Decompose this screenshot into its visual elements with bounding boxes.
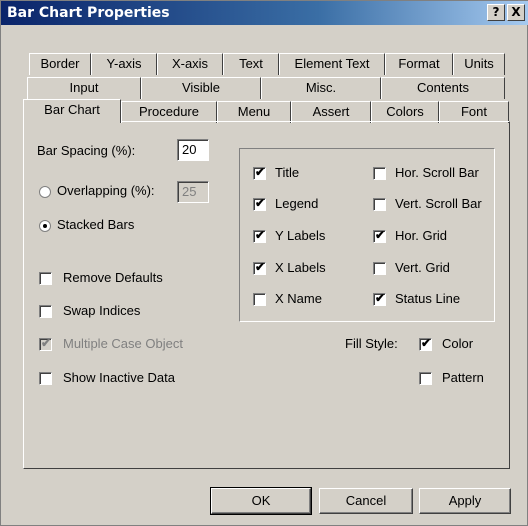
tab-x-axis[interactable]: X-axis — [157, 53, 223, 75]
cancel-button[interactable]: Cancel — [319, 488, 413, 514]
check-mark-icon: ✔ — [255, 228, 266, 242]
y-labels-label: Y Labels — [275, 228, 326, 243]
title-checkbox[interactable]: ✔ — [253, 165, 266, 180]
tab-colors[interactable]: Colors — [371, 101, 439, 123]
status-line-checkbox[interactable]: ✔ — [373, 291, 386, 306]
tab-menu[interactable]: Menu — [217, 101, 291, 123]
check-mark-icon: ✔ — [255, 260, 266, 274]
tab-contents[interactable]: Contents — [381, 77, 505, 99]
vert-scroll-bar-label: Vert. Scroll Bar — [395, 196, 482, 211]
title-label: Title — [275, 165, 300, 180]
show-inactive-checkbox[interactable] — [39, 372, 52, 385]
hor-grid-checkbox[interactable]: ✔ — [373, 228, 386, 243]
remove-defaults-checkbox[interactable] — [39, 272, 52, 285]
check-mark-icon: ✔ — [375, 228, 386, 242]
swap-indices-label: Swap Indices — [63, 303, 141, 318]
hor-scroll-bar-checkbox[interactable] — [373, 167, 386, 180]
fill-color-checkbox[interactable]: ✔ — [419, 336, 432, 351]
tab-text[interactable]: Text — [223, 53, 279, 75]
window-title: Bar Chart Properties — [7, 5, 170, 21]
hor-scroll-bar-label: Hor. Scroll Bar — [395, 165, 479, 180]
tab-units[interactable]: Units — [453, 53, 505, 75]
check-mark-icon: ✔ — [375, 291, 386, 305]
tab-element-text[interactable]: Element Text — [279, 53, 385, 75]
tab-border[interactable]: Border — [29, 53, 91, 75]
fill-pattern-checkbox[interactable] — [419, 372, 432, 385]
bar-spacing-input[interactable]: 20 — [177, 139, 209, 161]
close-button[interactable]: X — [507, 4, 525, 21]
tab-format[interactable]: Format — [385, 53, 453, 75]
hor-grid-label: Hor. Grid — [395, 228, 448, 243]
vert-grid-label: Vert. Grid — [395, 260, 450, 275]
tab-visible[interactable]: Visible — [141, 77, 261, 99]
status-line-label: Status Line — [395, 291, 461, 306]
stacked-bars-label: Stacked Bars — [57, 217, 135, 232]
multiple-case-label: Multiple Case Object — [63, 336, 183, 351]
y-labels-checkbox[interactable]: ✔ — [253, 228, 266, 243]
x-labels-checkbox[interactable]: ✔ — [253, 260, 266, 275]
check-mark-icon: ✔ — [255, 165, 266, 179]
check-mark-icon: ✔ — [421, 336, 432, 350]
tab-y-axis[interactable]: Y-axis — [91, 53, 157, 75]
apply-button[interactable]: Apply — [419, 488, 511, 514]
dialog-window: Bar Chart Properties ? X Border Y-axis X… — [0, 0, 528, 526]
radio-selected-dot — [43, 224, 47, 228]
x-name-label: X Name — [275, 291, 322, 306]
tab-font[interactable]: Font — [439, 101, 509, 123]
fill-color-label: Color — [442, 336, 474, 351]
fill-style-label: Fill Style: — [345, 336, 398, 351]
remove-defaults-label: Remove Defaults — [63, 270, 163, 285]
help-button[interactable]: ? — [487, 4, 505, 21]
check-mark-icon: ✔ — [41, 336, 52, 350]
x-name-checkbox[interactable] — [253, 293, 266, 306]
tab-input[interactable]: Input — [27, 77, 141, 99]
vert-scroll-bar-checkbox[interactable] — [373, 198, 386, 211]
ok-button[interactable]: OK — [210, 487, 312, 515]
overlapping-label: Overlapping (%): — [57, 183, 155, 198]
overlapping-radio[interactable] — [39, 186, 51, 198]
vert-grid-checkbox[interactable] — [373, 262, 386, 275]
swap-indices-checkbox[interactable] — [39, 305, 52, 318]
tab-procedure[interactable]: Procedure — [121, 101, 217, 123]
tab-assert[interactable]: Assert — [291, 101, 371, 123]
title-bar[interactable]: Bar Chart Properties ? X — [1, 1, 528, 25]
bar-spacing-label: Bar Spacing (%): — [37, 143, 136, 158]
legend-checkbox[interactable]: ✔ — [253, 196, 266, 211]
tab-misc[interactable]: Misc. — [261, 77, 381, 99]
show-inactive-label: Show Inactive Data — [63, 370, 176, 385]
check-mark-icon: ✔ — [255, 196, 266, 210]
legend-label: Legend — [275, 196, 319, 211]
overlapping-input[interactable]: 25 — [177, 181, 209, 203]
tab-bar-chart[interactable]: Bar Chart — [23, 99, 121, 123]
stacked-bars-radio[interactable] — [39, 220, 51, 232]
x-labels-label: X Labels — [275, 260, 326, 275]
multiple-case-checkbox[interactable]: ✔ — [39, 336, 52, 351]
fill-pattern-label: Pattern — [442, 370, 484, 385]
